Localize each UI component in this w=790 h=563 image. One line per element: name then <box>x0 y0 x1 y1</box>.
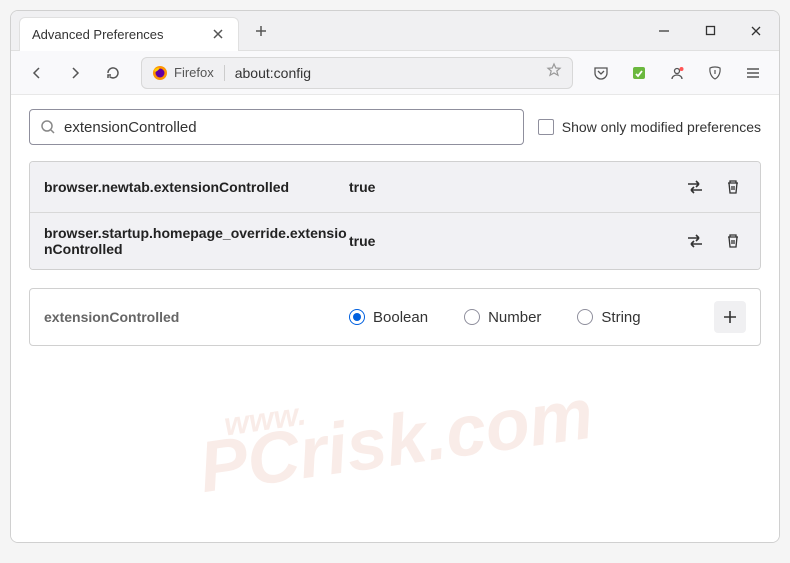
show-modified-checkbox[interactable]: Show only modified preferences <box>538 119 761 135</box>
watermark: www. PCrisk.com <box>192 356 598 509</box>
pref-row: browser.startup.homepage_override.extens… <box>30 212 760 269</box>
delete-button[interactable] <box>720 174 746 200</box>
reload-button[interactable] <box>97 57 129 89</box>
titlebar: Advanced Preferences <box>11 11 779 51</box>
radio-icon <box>577 309 593 325</box>
search-box[interactable] <box>29 109 524 145</box>
tab-title: Advanced Preferences <box>32 27 210 42</box>
new-pref-name: extensionControlled <box>44 309 349 325</box>
search-input[interactable] <box>64 119 513 136</box>
search-icon <box>40 119 56 135</box>
forward-button[interactable] <box>59 57 91 89</box>
radio-icon <box>349 309 365 325</box>
delete-button[interactable] <box>720 228 746 254</box>
url-text: about:config <box>235 65 546 81</box>
pref-name: browser.newtab.extensionControlled <box>44 179 349 195</box>
pref-value: true <box>349 179 375 195</box>
window-controls <box>641 11 779 51</box>
menu-button[interactable] <box>737 57 769 89</box>
account-icon[interactable] <box>661 57 693 89</box>
checkbox-icon <box>538 119 554 135</box>
pocket-icon[interactable] <box>585 57 617 89</box>
pref-row: browser.newtab.extensionControlled true <box>30 162 760 212</box>
browser-tab[interactable]: Advanced Preferences <box>19 17 239 51</box>
back-button[interactable] <box>21 57 53 89</box>
close-window-button[interactable] <box>733 11 779 51</box>
toggle-button[interactable] <box>682 228 708 254</box>
radio-string[interactable]: String <box>577 309 640 326</box>
content-area: Show only modified preferences browser.n… <box>11 95 779 542</box>
close-tab-icon[interactable] <box>210 26 226 42</box>
shield-icon[interactable] <box>699 57 731 89</box>
new-preference-row: extensionControlled Boolean Number Strin… <box>29 288 761 346</box>
add-button[interactable] <box>714 301 746 333</box>
maximize-button[interactable] <box>687 11 733 51</box>
new-tab-button[interactable] <box>247 17 275 45</box>
preferences-list: browser.newtab.extensionControlled true … <box>29 161 761 270</box>
radio-label: String <box>601 309 640 326</box>
identity-box[interactable]: Firefox <box>152 65 225 81</box>
minimize-button[interactable] <box>641 11 687 51</box>
search-row: Show only modified preferences <box>29 109 761 145</box>
radio-label: Boolean <box>373 309 428 326</box>
type-radios: Boolean Number String <box>349 309 641 326</box>
extension-icon[interactable] <box>623 57 655 89</box>
radio-number[interactable]: Number <box>464 309 541 326</box>
pref-value: true <box>349 233 375 249</box>
firefox-icon <box>152 65 168 81</box>
radio-label: Number <box>488 309 541 326</box>
identity-label: Firefox <box>174 65 214 80</box>
pref-name: browser.startup.homepage_override.extens… <box>44 225 349 257</box>
toggle-button[interactable] <box>682 174 708 200</box>
radio-icon <box>464 309 480 325</box>
radio-boolean[interactable]: Boolean <box>349 309 428 326</box>
browser-window: Advanced Preferences Firefox about:confi… <box>10 10 780 543</box>
bookmark-star-icon[interactable] <box>546 62 562 83</box>
toolbar: Firefox about:config <box>11 51 779 95</box>
checkbox-label: Show only modified preferences <box>562 119 761 135</box>
urlbar[interactable]: Firefox about:config <box>141 57 573 89</box>
